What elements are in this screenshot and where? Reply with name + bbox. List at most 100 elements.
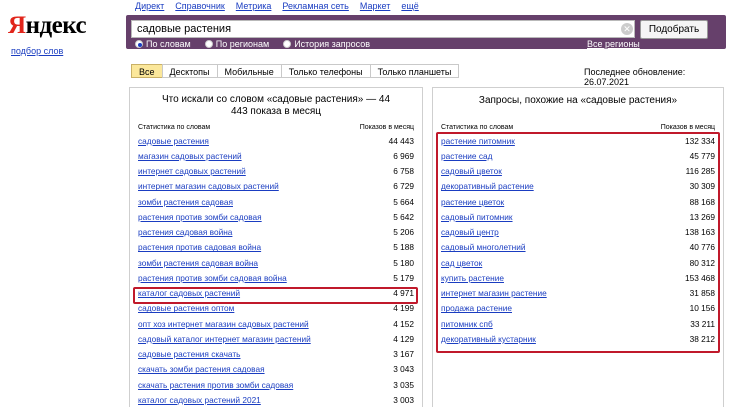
- query-link[interactable]: растения против зомби садовая: [138, 212, 262, 222]
- query-link[interactable]: садовые растения оптом: [138, 303, 234, 313]
- impressions-count: 13 269: [689, 211, 715, 222]
- query-link[interactable]: каталог садовых растений: [138, 288, 240, 298]
- query-link[interactable]: растения против садовая война: [138, 242, 261, 252]
- top-nav: Директ Справочник Метрика Рекламная сеть…: [135, 1, 419, 11]
- search-input[interactable]: садовые растения: [131, 20, 635, 38]
- tab-desktops[interactable]: Десктопы: [161, 64, 218, 78]
- tab-phones-only[interactable]: Только телефоны: [280, 64, 371, 78]
- query-link[interactable]: садовый каталог интернет магазин растени…: [138, 334, 311, 344]
- table-row: интернет магазин садовых растений 6 729: [130, 179, 422, 194]
- all-regions-link[interactable]: Все регионы: [587, 39, 640, 49]
- table-row: садовые растения оптом 4 199: [130, 301, 422, 316]
- table-row: декоративный растение 30 309: [433, 179, 723, 194]
- impressions-count: 3 043: [393, 364, 414, 375]
- radio-icon: [135, 40, 143, 48]
- impressions-count: 3 035: [393, 379, 414, 390]
- query-link[interactable]: купить растение: [441, 273, 504, 283]
- query-link[interactable]: растение цветок: [441, 197, 504, 207]
- query-link[interactable]: садовые растения скачать: [138, 349, 241, 359]
- tab-all[interactable]: Все: [131, 64, 163, 78]
- table-row: каталог садовых растений 2021 3 003: [130, 392, 422, 407]
- impressions-count: 31 858: [689, 288, 715, 299]
- query-link[interactable]: интернет магазин растение: [441, 288, 547, 298]
- query-link[interactable]: садовый центр: [441, 227, 499, 237]
- nav-market[interactable]: Маркет: [360, 1, 390, 11]
- query-link[interactable]: садовый цветок: [441, 166, 502, 176]
- table-row: купить растение 153 468: [433, 270, 723, 285]
- table-row: растения против зомби садовая война 5 179: [130, 270, 422, 285]
- table-row: декоративный кустарник 38 212: [433, 331, 723, 346]
- impressions-count: 5 206: [393, 227, 414, 238]
- impressions-count: 44 443: [388, 135, 414, 146]
- table-row: садовый центр 138 163: [433, 224, 723, 240]
- radio-by-regions[interactable]: По регионам: [204, 39, 269, 49]
- right-panel-title: Запросы, похожие на «садовые растения»: [478, 95, 678, 106]
- table-row: растение питомник 132 334: [433, 133, 723, 149]
- query-link[interactable]: садовый многолетний: [441, 242, 526, 252]
- query-link[interactable]: продажа растение: [441, 303, 512, 313]
- yandex-logo[interactable]: Яндекс: [8, 12, 87, 40]
- query-link[interactable]: растения против зомби садовая война: [138, 273, 287, 283]
- query-link[interactable]: опт хоз интернет магазин садовых растени…: [138, 319, 309, 329]
- query-link[interactable]: каталог садовых растений 2021: [138, 395, 261, 405]
- impressions-count: 132 334: [685, 135, 715, 146]
- impressions-count: 5 664: [393, 196, 414, 207]
- query-link[interactable]: садовый питомник: [441, 212, 513, 222]
- table-row: садовый многолетний 40 776: [433, 240, 723, 255]
- radio-icon: [204, 40, 213, 48]
- query-link[interactable]: зомби растения садовая война: [138, 258, 258, 268]
- query-link[interactable]: растение питомник: [441, 136, 515, 146]
- left-column-headers: Статистика по словам Показов в месяц: [130, 124, 422, 131]
- nav-more[interactable]: ещё: [401, 1, 418, 11]
- impressions-count: 5 642: [393, 211, 414, 222]
- impressions-count: 4 971: [393, 288, 414, 299]
- query-link[interactable]: декоративный кустарник: [441, 334, 536, 344]
- table-row: скачать зомби растения садовая 3 043: [130, 362, 422, 377]
- query-link[interactable]: декоративный растение: [441, 181, 534, 191]
- col-count-header: Показов в месяц: [359, 124, 414, 131]
- query-link[interactable]: зомби растения садовая: [138, 197, 233, 207]
- radio-by-words[interactable]: По словам: [135, 39, 191, 49]
- table-row: растение сад 45 779: [433, 148, 723, 163]
- impressions-count: 4 129: [393, 333, 414, 344]
- query-link[interactable]: растение сад: [441, 151, 492, 161]
- table-row: питомник спб 33 211: [433, 316, 723, 332]
- impressions-count: 6 969: [393, 150, 414, 161]
- table-row: продажа растение 10 156: [433, 301, 723, 316]
- query-link[interactable]: интернет магазин садовых растений: [138, 181, 279, 191]
- impressions-count: 45 779: [689, 150, 715, 161]
- search-button[interactable]: Подобрать: [640, 20, 708, 39]
- table-row: сад цветок 80 312: [433, 255, 723, 271]
- query-link[interactable]: питомник спб: [441, 319, 493, 329]
- table-row: скачать растения против зомби садовая 3 0…: [130, 377, 422, 393]
- query-link[interactable]: интернет садовых растений: [138, 166, 246, 176]
- impressions-count: 5 188: [393, 242, 414, 253]
- right-column-headers: Статистика по словам Показов в месяц: [433, 124, 723, 131]
- impressions-count: 33 211: [690, 318, 715, 329]
- query-link[interactable]: сад цветок: [441, 258, 482, 268]
- nav-metrika[interactable]: Метрика: [236, 1, 272, 11]
- col-count-header: Показов в месяц: [660, 124, 715, 131]
- table-row: зомби растения садовая 5 664: [130, 194, 422, 210]
- radio-icon: [283, 40, 292, 48]
- table-row: зомби растения садовая война 5 180: [130, 255, 422, 271]
- table-row: растения против зомби садовая 5 642: [130, 209, 422, 224]
- clear-icon[interactable]: ✕: [621, 23, 633, 35]
- wordstat-link[interactable]: подбор слов: [11, 46, 63, 56]
- tab-tablets-only[interactable]: Только планшеты: [369, 64, 460, 78]
- nav-ad-network[interactable]: Рекламная сеть: [282, 1, 348, 11]
- impressions-count: 40 776: [689, 242, 715, 253]
- query-link[interactable]: скачать растения против зомби садовая: [138, 380, 293, 390]
- impressions-count: 30 309: [689, 181, 715, 192]
- radio-history[interactable]: История запросов: [283, 39, 370, 49]
- tab-mobile[interactable]: Мобильные: [216, 64, 282, 78]
- impressions-count: 80 312: [689, 257, 715, 268]
- query-link[interactable]: садовые растения: [138, 136, 209, 146]
- impressions-count: 4 152: [393, 318, 414, 329]
- query-link[interactable]: растения садовая война: [138, 227, 232, 237]
- nav-direct[interactable]: Директ: [135, 1, 164, 11]
- query-link[interactable]: скачать зомби растения садовая: [138, 364, 265, 374]
- query-link[interactable]: магазин садовых растений: [138, 151, 242, 161]
- impressions-count: 3 003: [393, 394, 414, 405]
- nav-spravochnik[interactable]: Справочник: [175, 1, 225, 11]
